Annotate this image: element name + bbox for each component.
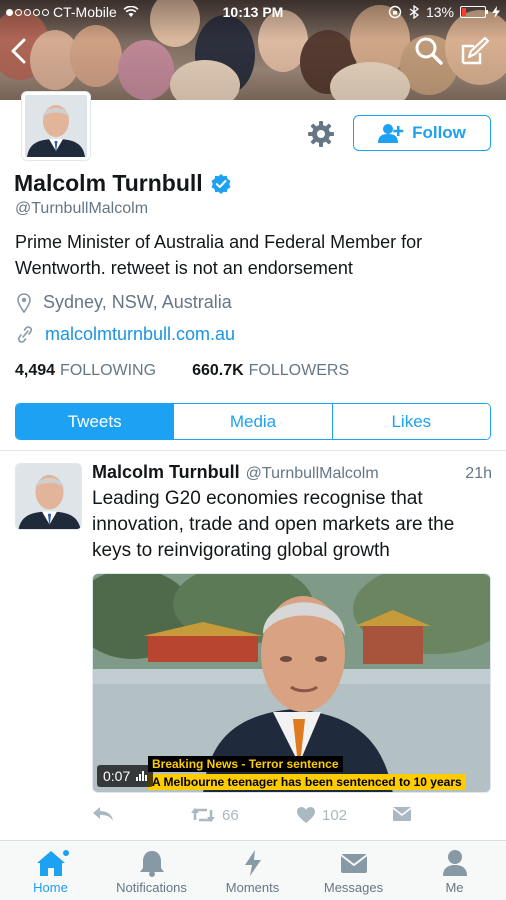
envelope-icon: [339, 854, 368, 873]
tweet-timestamp: 21h: [465, 465, 492, 482]
retweet-count: 66: [222, 806, 239, 824]
tweet-actions: 66 102: [92, 806, 422, 830]
bell-icon: [139, 851, 164, 877]
location-pin-icon: [17, 292, 31, 313]
bottom-tab-bar: Home Notifications Moments Messages Me: [0, 840, 506, 900]
signal-strength-icon: [6, 8, 49, 16]
audio-bars-icon: [136, 771, 148, 781]
profile-website-link[interactable]: malcolmturnbull.com.au: [45, 324, 235, 345]
tabbar-messages-label: Messages: [323, 880, 384, 895]
direct-message-button[interactable]: [392, 806, 412, 822]
battery-percentage: 13%: [425, 4, 454, 20]
tweet-text: Leading G20 economies recognise that inn…: [92, 488, 455, 561]
link-icon: [17, 325, 33, 343]
profile-header-banner: CT-Mobile 10:13 PM 13%: [0, 0, 506, 100]
divider: [0, 450, 506, 451]
tweet-avatar[interactable]: [15, 463, 82, 530]
charging-icon: [492, 6, 500, 18]
tweet-author-name[interactable]: Malcolm Turnbull: [92, 462, 240, 483]
lightning-icon: [244, 850, 261, 876]
video-duration: 0:07: [103, 768, 131, 784]
video-duration-badge: 0:07: [97, 765, 154, 787]
tweet-header: Malcolm Turnbull @TurnbullMalcolm 21h: [92, 462, 492, 483]
profile-tabs: Tweets Media Likes: [15, 403, 491, 440]
chevron-left-icon[interactable]: [8, 38, 30, 64]
tab-media[interactable]: Media: [174, 404, 333, 439]
carrier-name: CT-Mobile: [53, 4, 117, 20]
following-label: FOLLOWING: [60, 362, 157, 379]
add-user-icon: [378, 124, 404, 143]
tweet-author-handle[interactable]: @TurnbullMalcolm: [246, 465, 379, 483]
tab-tweets[interactable]: Tweets: [16, 404, 175, 439]
tweet-video[interactable]: Breaking News - Terror sentence A Melbou…: [92, 573, 491, 793]
ticker-headline: Breaking News - Terror sentence: [148, 756, 343, 772]
followers-count: 660.7K: [192, 362, 244, 379]
like-count: 102: [322, 806, 348, 824]
news-ticker: Breaking News - Terror sentence A Melbou…: [148, 755, 466, 790]
following-stat[interactable]: 4,494 FOLLOWING: [15, 362, 156, 380]
person-icon: [442, 850, 467, 876]
verified-badge-icon: [211, 173, 231, 194]
profile-avatar[interactable]: [22, 92, 90, 160]
retweet-icon: [191, 808, 215, 822]
tabbar-moments-label: Moments: [225, 880, 280, 895]
gear-icon[interactable]: [306, 119, 336, 149]
tabbar-me[interactable]: Me: [404, 841, 505, 900]
envelope-icon: [392, 807, 412, 821]
follow-button-label: Follow: [412, 123, 466, 142]
retweet-button[interactable]: 66: [190, 806, 239, 824]
compose-icon[interactable]: [460, 36, 490, 66]
tabbar-home-label: Home: [33, 880, 68, 895]
followers-stat[interactable]: 660.7K FOLLOWERS: [192, 362, 349, 380]
bluetooth-icon: [409, 5, 420, 19]
reply-button[interactable]: [92, 806, 114, 822]
battery-icon: [460, 6, 488, 18]
profile-website[interactable]: malcolmturnbull.com.au: [17, 324, 235, 345]
profile-bio: Prime Minister of Australia and Federal …: [15, 232, 423, 278]
profile-location: Sydney, NSW, Australia: [17, 292, 232, 313]
like-button[interactable]: 102: [296, 806, 347, 824]
tabbar-notifications-label: Notifications: [116, 880, 187, 895]
tabbar-notifications[interactable]: Notifications: [101, 841, 202, 900]
wifi-icon: [123, 6, 139, 17]
tabbar-moments[interactable]: Moments: [202, 841, 303, 900]
follow-button[interactable]: Follow: [353, 115, 491, 151]
profile-name-row: Malcolm Turnbull: [14, 170, 231, 197]
tab-likes[interactable]: Likes: [332, 404, 490, 439]
reply-icon: [93, 807, 113, 821]
profile-stats: 4,494 FOLLOWING 660.7K FOLLOWERS: [15, 362, 349, 380]
search-icon[interactable]: [414, 36, 444, 66]
heart-icon: [297, 807, 315, 823]
home-icon: [36, 851, 65, 876]
profile-name: Malcolm Turnbull: [14, 170, 203, 196]
rotation-lock-icon: [388, 5, 402, 19]
profile-location-text: Sydney, NSW, Australia: [43, 292, 232, 312]
following-count: 4,494: [15, 362, 56, 379]
profile-handle: @TurnbullMalcolm: [15, 200, 149, 217]
followers-label: FOLLOWERS: [248, 362, 350, 379]
tabbar-home[interactable]: Home: [0, 841, 101, 900]
tabbar-me-label: Me: [445, 880, 464, 895]
ticker-text: A Melbourne teenager has been sentenced …: [148, 774, 466, 790]
new-activity-dot: [63, 850, 69, 856]
tabbar-messages[interactable]: Messages: [303, 841, 404, 900]
status-bar: CT-Mobile 10:13 PM 13%: [0, 0, 506, 24]
